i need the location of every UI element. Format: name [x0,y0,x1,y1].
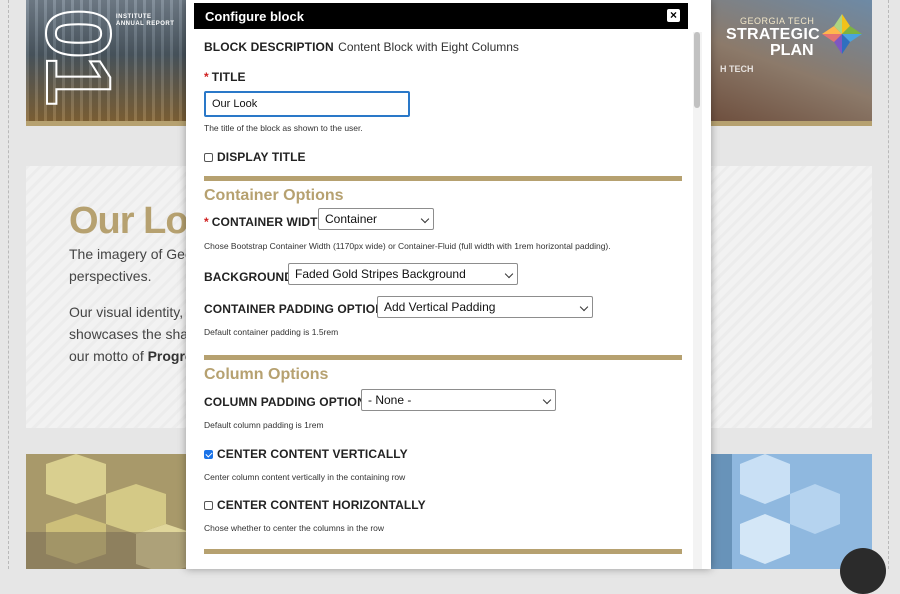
chevron-down-icon [579,302,589,312]
center-vertical-checkbox[interactable] [204,450,213,459]
background-value: Faded Gold Stripes Background [295,267,466,281]
center-horizontal-checkbox-row[interactable]: CENTER CONTENT HORIZONTALLY [204,496,426,514]
column-padding-select[interactable]: - None - [361,389,556,411]
layout-guide-left [8,0,9,569]
container-width-help-text: Chose Bootstrap Container Width (1170px … [204,241,611,251]
paragraph-line: showcases the sha [69,326,189,342]
container-padding-label-row: CONTAINER PADDING OPTIONS [204,300,392,318]
container-options-heading: Container Options [204,187,344,204]
hexagon-pattern [26,454,190,569]
column-padding-label: COLUMN PADDING OPTIONS [204,395,374,409]
center-vertical-label[interactable]: CENTER CONTENT VERTICALLY [217,447,408,461]
column-padding-help-text: Default column padding is 1rem [204,420,324,430]
display-title-label[interactable]: DISPLAY TITLE [217,150,306,164]
banner-headline-2: PLAN [770,42,814,59]
required-marker: * [204,215,209,229]
section-divider [204,176,682,181]
display-title-checkbox-row[interactable]: DISPLAY TITLE [204,148,306,166]
container-padding-label: CONTAINER PADDING OPTIONS [204,302,393,316]
column-padding-value: - None - [368,393,412,407]
block-description-label: BLOCK DESCRIPTION [204,40,334,54]
column-options-heading: Column Options [204,366,329,383]
center-vertical-help-text: Center column content vertically in the … [204,472,406,482]
title-field-label: * TITLE [204,68,246,86]
center-vertical-checkbox-row[interactable]: CENTER CONTENT VERTICALLY [204,445,408,463]
paragraph-line: The imagery of Geo [69,246,193,262]
strategic-plan-banner[interactable]: GEORGIA TECH STRATEGIC PLAN H TECH [710,0,872,126]
background-label-row: BACKGROUND [204,268,293,286]
paragraph-line: perspectives. [69,268,152,284]
section-divider [204,549,682,554]
scrollbar-thumb[interactable] [694,32,700,108]
background-select[interactable]: Faded Gold Stripes Background [288,263,518,285]
block-description: BLOCK DESCRIPTION Content Block with Eig… [204,38,519,56]
blue-pattern-image [710,454,872,569]
dialog-body: BLOCK DESCRIPTION Content Block with Eig… [204,0,684,569]
container-padding-select[interactable]: Add Vertical Padding [377,296,593,318]
background-label: BACKGROUND [204,270,293,284]
hexagon-pattern [710,454,872,569]
center-horizontal-checkbox[interactable] [204,501,213,510]
container-padding-value: Add Vertical Padding [384,300,496,314]
container-width-select[interactable]: Container [318,208,434,230]
dialog-scrollbar[interactable] [693,32,702,569]
layout-guide-right [888,0,889,569]
center-horizontal-label[interactable]: CENTER CONTENT HORIZONTALLY [217,498,426,512]
container-width-value: Container [325,212,378,226]
container-width-label: CONTAINER WIDTH [211,215,327,229]
gold-pattern-image [26,454,190,569]
floating-action-button[interactable] [840,548,886,594]
title-help-text: The title of the block as shown to the u… [204,123,363,133]
section-paragraph-2: Our visual identity, r showcases the sha… [69,301,199,367]
title-label: TITLE [211,70,246,84]
banner-caption: H TECH [720,64,754,74]
container-width-label-row: * CONTAINER WIDTH [204,213,326,231]
banner-number: 01 [26,7,130,103]
chevron-down-icon [420,214,430,224]
container-padding-help-text: Default container padding is 1.5rem [204,327,339,337]
title-input[interactable] [204,91,410,117]
display-title-checkbox[interactable] [204,153,213,162]
center-horizontal-help-text: Chose whether to center the columns in t… [204,523,385,533]
paragraph-line: our motto of [69,348,148,364]
column-padding-label-row: COLUMN PADDING OPTIONS [204,393,374,411]
strategic-plan-logo-icon [822,14,862,54]
section-divider [204,355,682,360]
annual-report-banner[interactable]: 01 INSTITUTE ANNUAL REPORT [26,0,190,126]
banner-small-text: INSTITUTE ANNUAL REPORT [116,14,175,27]
required-marker: * [204,70,209,84]
paragraph-line: Our visual identity, r [69,304,192,320]
chevron-down-icon [542,395,552,405]
block-description-value: Content Block with Eight Columns [338,40,519,54]
configure-block-dialog: Configure block × BLOCK DESCRIPTION Cont… [186,0,711,569]
chevron-down-icon [504,269,514,279]
section-paragraph-1: The imagery of Geo perspectives. [69,243,199,287]
banner-org-name: GEORGIA TECH [740,16,815,26]
